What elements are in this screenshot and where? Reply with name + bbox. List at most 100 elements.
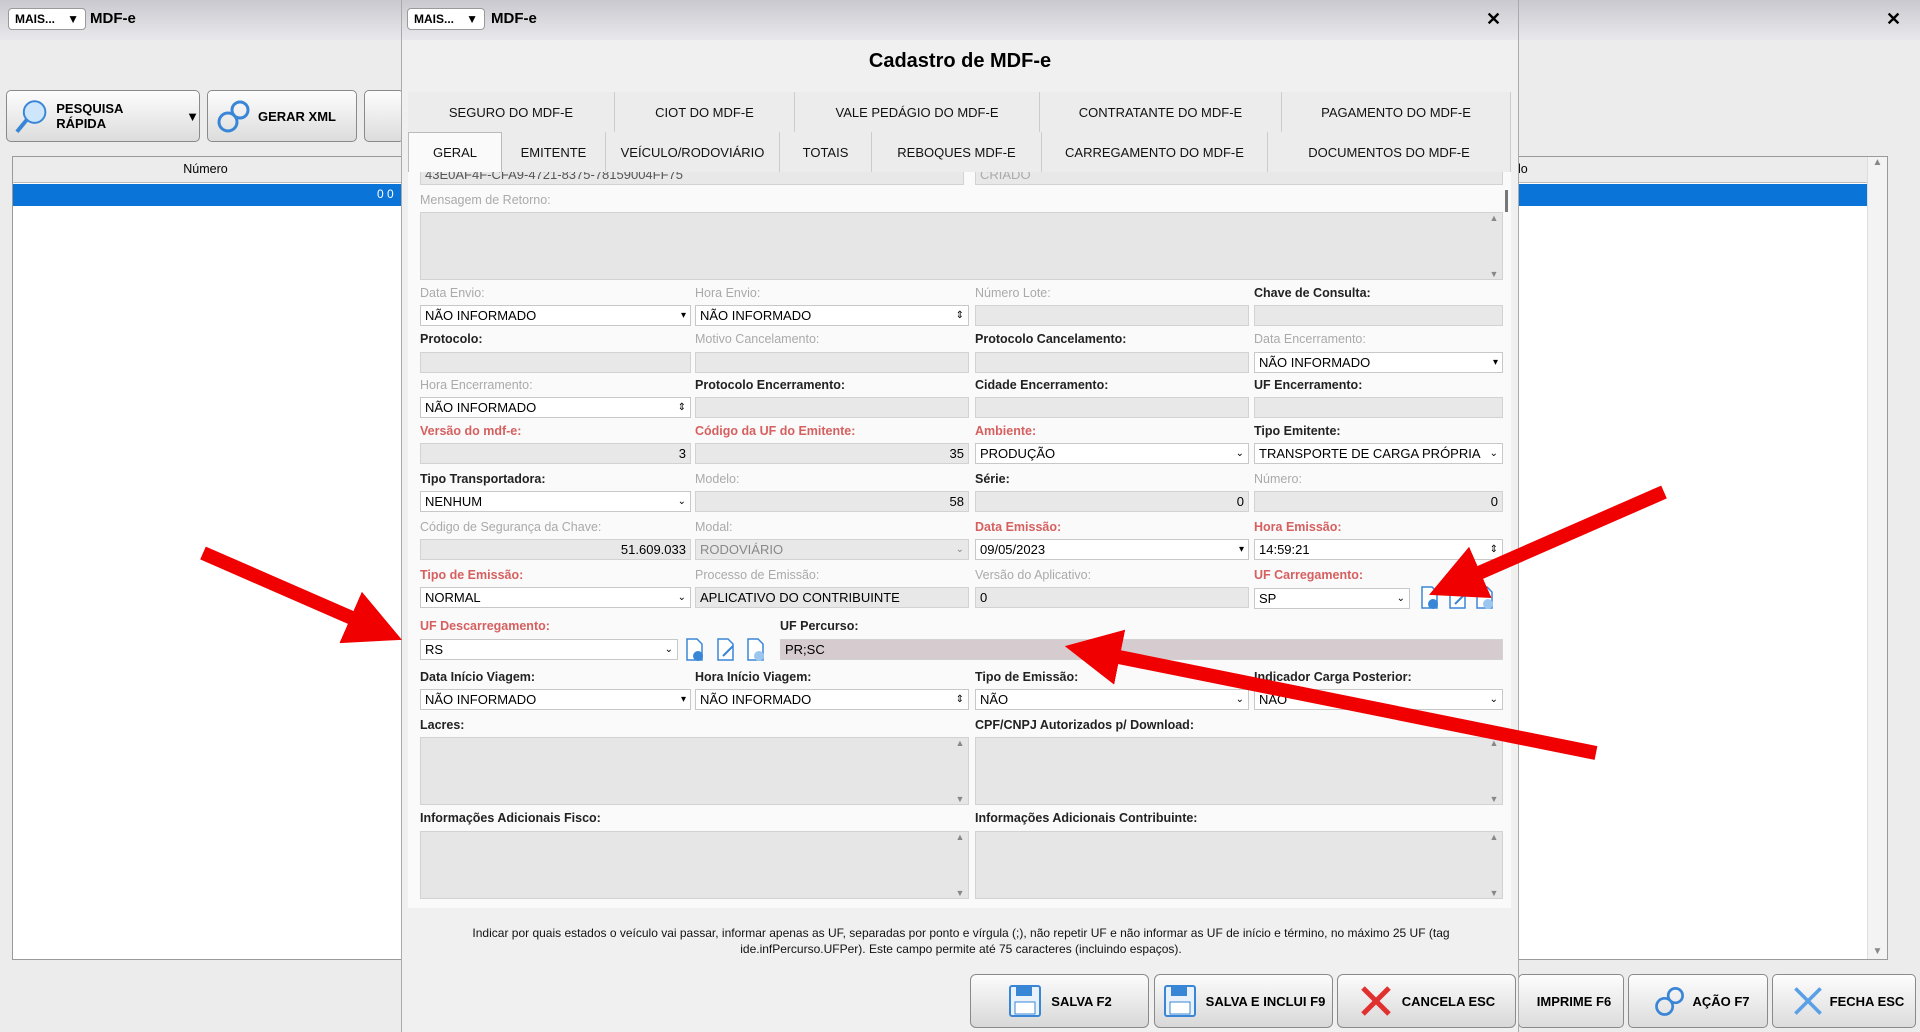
- hora-enc-field[interactable]: NÃO INFORMADO ⇕: [420, 397, 691, 418]
- modal-select[interactable]: RODOVIÁRIO ⌄: [695, 539, 969, 560]
- tab-reboques[interactable]: REBOQUES MDF-E: [872, 132, 1042, 172]
- tipo-emissao2-select[interactable]: NÃO ⌄: [975, 689, 1249, 710]
- cancel-button[interactable]: CANCELA ESC: [1337, 974, 1516, 1028]
- dropdown-icon[interactable]: ▾: [681, 690, 686, 709]
- modal-mais-button[interactable]: MAIS... ▼: [407, 8, 485, 30]
- chave-consulta-field[interactable]: [1254, 305, 1503, 326]
- tab-seguro[interactable]: SEGURO DO MDF-E: [408, 92, 615, 132]
- tab-carregamento[interactable]: CARREGAMENTO DO MDF-E: [1042, 132, 1268, 172]
- top-cut-field[interactable]: 43E0AF4F-CFA9-4721-8375-78159004FF75: [420, 172, 964, 185]
- tipo-transp-select[interactable]: NENHUM ⌄: [420, 491, 691, 512]
- processo-field[interactable]: APLICATIVO DO CONTRIBUINTE: [695, 587, 969, 608]
- scrollbar[interactable]: ▲ ▼: [952, 832, 968, 898]
- gerar-xml-button[interactable]: GERAR XML: [207, 90, 357, 142]
- chevron-down-icon[interactable]: ⌄: [1490, 690, 1498, 709]
- scrollbar[interactable]: ▲ ▼: [1486, 832, 1502, 898]
- dropdown-icon[interactable]: ▾: [681, 306, 686, 325]
- uf-enc-field[interactable]: [1254, 397, 1503, 418]
- imprime-button[interactable]: IMPRIME F6: [1518, 974, 1624, 1028]
- save-button[interactable]: SALVA F2: [970, 974, 1149, 1028]
- tab-geral[interactable]: GERAL: [408, 132, 502, 172]
- top-cut-status[interactable]: CRIADO: [975, 172, 1503, 185]
- uf-descarreg-select[interactable]: RS ⌄: [420, 639, 678, 660]
- tab-contratante[interactable]: CONTRATANTE DO MDF-E: [1040, 92, 1282, 132]
- acao-button[interactable]: AÇÃO F7: [1628, 974, 1768, 1028]
- scrollbar[interactable]: ▲ ▼: [1486, 738, 1502, 804]
- back-mais-button[interactable]: MAIS... ▼: [8, 8, 86, 30]
- mensagem-retorno-textarea[interactable]: ▲ ▼: [420, 212, 1503, 280]
- hora-envio-field[interactable]: NÃO INFORMADO ⇕: [695, 305, 969, 326]
- dropdown-icon[interactable]: ▾: [1493, 353, 1498, 372]
- remove-doc-icon[interactable]: [745, 638, 767, 665]
- grid-scrollbar[interactable]: ▲ ▼: [1867, 157, 1887, 959]
- tipo-emitente-select[interactable]: TRANSPORTE DE CARGA PRÓPRIA ⌄: [1254, 443, 1503, 464]
- tab-emitente[interactable]: EMITENTE: [502, 132, 606, 172]
- chevron-down-icon[interactable]: ⌄: [1236, 444, 1244, 463]
- protocolo-enc-field[interactable]: [695, 397, 969, 418]
- scrollbar[interactable]: ▲ ▼: [1486, 213, 1502, 279]
- versao-field[interactable]: 3: [420, 443, 691, 464]
- protocolo-canc-field[interactable]: [975, 352, 1249, 373]
- indicador-select[interactable]: NÃO ⌄: [1254, 689, 1503, 710]
- spinner-icon[interactable]: ⇕: [1490, 540, 1498, 559]
- spinner-icon[interactable]: ⇕: [678, 398, 686, 417]
- tab-documentos[interactable]: DOCUMENTOS DO MDF-E: [1268, 132, 1511, 172]
- tab-vale-pedagio[interactable]: VALE PEDÁGIO DO MDF-E: [795, 92, 1040, 132]
- mensagem-retorno-label: Mensagem de Retorno:: [420, 193, 551, 207]
- cidade-enc-field[interactable]: [975, 397, 1249, 418]
- ambiente-select[interactable]: PRODUÇÃO ⌄: [975, 443, 1249, 464]
- edit-doc-icon[interactable]: [715, 638, 737, 665]
- data-envio-field[interactable]: NÃO INFORMADO ▾: [420, 305, 691, 326]
- back-partial-button[interactable]: [364, 90, 404, 142]
- chevron-down-icon[interactable]: ⌄: [1236, 690, 1244, 709]
- add-doc-icon[interactable]: [684, 638, 706, 665]
- motivo-canc-field[interactable]: [695, 352, 969, 373]
- dropdown-icon[interactable]: ▾: [1239, 540, 1244, 559]
- data-enc-field[interactable]: NÃO INFORMADO ▾: [1254, 352, 1503, 373]
- chevron-down-icon[interactable]: ⌄: [678, 492, 686, 511]
- modelo-field[interactable]: 58: [695, 491, 969, 512]
- tab-ciot[interactable]: CIOT DO MDF-E: [615, 92, 795, 132]
- chevron-down-icon[interactable]: ⌄: [665, 640, 673, 659]
- add-doc-icon[interactable]: [1419, 586, 1441, 613]
- uf-percurso-field[interactable]: PR;SC: [780, 639, 1503, 660]
- numero-lote-field[interactable]: [975, 305, 1249, 326]
- info-contrib-textarea[interactable]: ▲ ▼: [975, 831, 1503, 899]
- chevron-down-icon[interactable]: ⌄: [1397, 589, 1405, 608]
- hora-inicio-field[interactable]: NÃO INFORMADO ⇕: [695, 689, 969, 710]
- hora-emissao-field[interactable]: 14:59:21 ⇕: [1254, 539, 1503, 560]
- spinner-icon[interactable]: ⇕: [956, 690, 964, 709]
- data-emissao-field[interactable]: 09/05/2023 ▾: [975, 539, 1249, 560]
- quick-search-button[interactable]: PESQUISA RÁPIDA ▼: [6, 90, 200, 142]
- cpf-textarea[interactable]: ▲ ▼: [975, 737, 1503, 805]
- fecha-button[interactable]: FECHA ESC: [1772, 974, 1916, 1028]
- tab-veiculo[interactable]: VEÍCULO/RODOVIÁRIO: [606, 132, 780, 172]
- scroll-thumb[interactable]: [1505, 190, 1508, 212]
- cod-seg-field[interactable]: 51.609.033: [420, 539, 691, 560]
- tab-totais[interactable]: TOTAIS: [780, 132, 872, 172]
- back-close-icon[interactable]: ✕: [1886, 9, 1901, 30]
- chevron-down-icon[interactable]: ⌄: [956, 540, 964, 559]
- tab-pagamento[interactable]: PAGAMENTO DO MDF-E: [1282, 92, 1511, 132]
- uf-carreg-select[interactable]: SP ⌄: [1254, 588, 1410, 609]
- remove-doc-icon[interactable]: [1474, 586, 1496, 613]
- hora-emissao-label: Hora Emissão:: [1254, 520, 1342, 534]
- col-numero-header[interactable]: Número: [13, 162, 398, 176]
- chevron-down-icon[interactable]: ⌄: [1490, 444, 1498, 463]
- numero-field[interactable]: 0: [1254, 491, 1503, 512]
- scrollbar[interactable]: ▲ ▼: [952, 738, 968, 804]
- chevron-down-icon[interactable]: ⌄: [678, 588, 686, 607]
- modal-close-icon[interactable]: ✕: [1486, 9, 1501, 30]
- cod-uf-field[interactable]: 35: [695, 443, 969, 464]
- versao-app-field[interactable]: 0: [975, 587, 1249, 608]
- save-and-add-button[interactable]: SALVA E INCLUI F9: [1154, 974, 1333, 1028]
- col-right-header[interactable]: lo: [1518, 162, 1528, 176]
- data-inicio-field[interactable]: NÃO INFORMADO ▾: [420, 689, 691, 710]
- protocolo-field[interactable]: [420, 352, 691, 373]
- info-fisco-textarea[interactable]: ▲ ▼: [420, 831, 969, 899]
- serie-field[interactable]: 0: [975, 491, 1249, 512]
- tipo-emissao-select[interactable]: NORMAL ⌄: [420, 587, 691, 608]
- edit-doc-icon[interactable]: [1447, 586, 1469, 613]
- spinner-icon[interactable]: ⇕: [956, 306, 964, 325]
- lacres-textarea[interactable]: ▲ ▼: [420, 737, 969, 805]
